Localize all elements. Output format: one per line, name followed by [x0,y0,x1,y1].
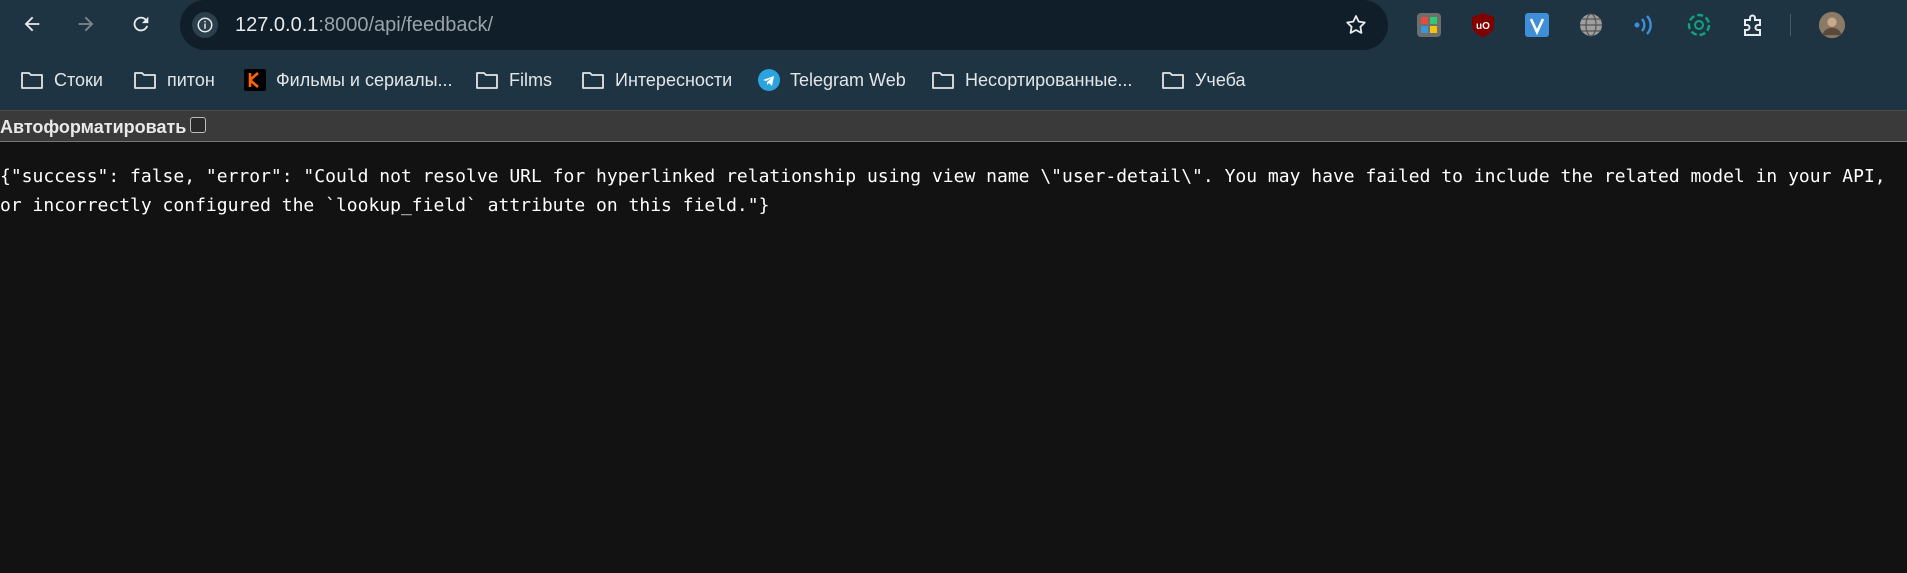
v-extension-icon[interactable] [1523,11,1551,39]
kinopoisk-icon [244,69,266,91]
forward-button[interactable] [69,7,103,41]
site-info-icon[interactable] [192,12,218,38]
bookmark-folder-films[interactable]: Films [475,68,552,92]
bookmark-label: Films [509,69,552,90]
pretty-print-checkbox[interactable] [190,117,206,133]
bookmark-label: Стоки [54,69,103,90]
browser-toolbar: 127.0.0.1:8000/api/feedback/ uO [0,0,1907,50]
folder-icon [134,72,156,89]
pretty-print-bar: Автоформатировать [0,111,1907,142]
reload-button[interactable] [124,7,158,41]
bookmark-label: Интересности [615,69,733,90]
bookmark-label: Несортированные... [965,69,1133,90]
bookmark-folder-nesortirovannye[interactable]: Несортированные... [931,68,1132,92]
profile-avatar[interactable] [1818,11,1846,39]
reload-icon [133,16,149,32]
bookmark-folder-stoki[interactable]: Стоки [20,68,103,92]
color-picker-icon[interactable] [1415,11,1443,39]
folder-icon [582,72,604,89]
globe-icon[interactable] [1577,11,1605,39]
toolbar-divider [1790,14,1791,36]
pretty-print-label: Автоформатировать [0,117,187,137]
folder-icon [476,72,498,89]
folder-icon [1162,72,1184,89]
bookmark-telegram-web[interactable]: Telegram Web [758,68,906,92]
bookmark-folder-piton[interactable]: питон [133,68,215,92]
url-host: 127.0.0.1 [235,14,319,36]
bookmark-star-icon[interactable] [1342,11,1370,39]
bookmark-label: питон [167,69,215,90]
extensions-puzzle-icon[interactable] [1739,11,1767,39]
folder-icon [932,72,954,89]
bookmark-folder-ucheba[interactable]: Учеба [1161,68,1246,92]
bookmark-label: Telegram Web [790,69,906,90]
json-response-text: {"success": false, "error": "Could not r… [0,166,1897,216]
bookmarks-bar: Стоки питон Фильмы и сериалы... Films Ин… [0,50,1907,110]
url-text[interactable]: 127.0.0.1:8000/api/feedback/ [235,13,493,37]
url-path: :8000/api/feedback/ [318,14,494,36]
bookmark-films-serials[interactable]: Фильмы и сериалы... [244,68,453,92]
back-button[interactable] [15,7,49,41]
arrow-left-icon [24,16,40,32]
bookmark-label: Учеба [1195,69,1246,90]
audio-wave-icon[interactable] [1631,11,1659,39]
bookmark-label: Фильмы и сериалы... [276,69,453,90]
folder-icon [21,72,43,89]
address-bar[interactable]: 127.0.0.1:8000/api/feedback/ [180,0,1388,50]
chatgpt-icon[interactable] [1685,11,1713,39]
telegram-icon [758,69,780,91]
svg-text:uO: uO [1476,21,1490,32]
ublock-icon[interactable]: uO [1469,11,1497,39]
bookmark-folder-interesnosti[interactable]: Интересности [581,68,732,92]
arrow-right-icon [78,16,94,32]
